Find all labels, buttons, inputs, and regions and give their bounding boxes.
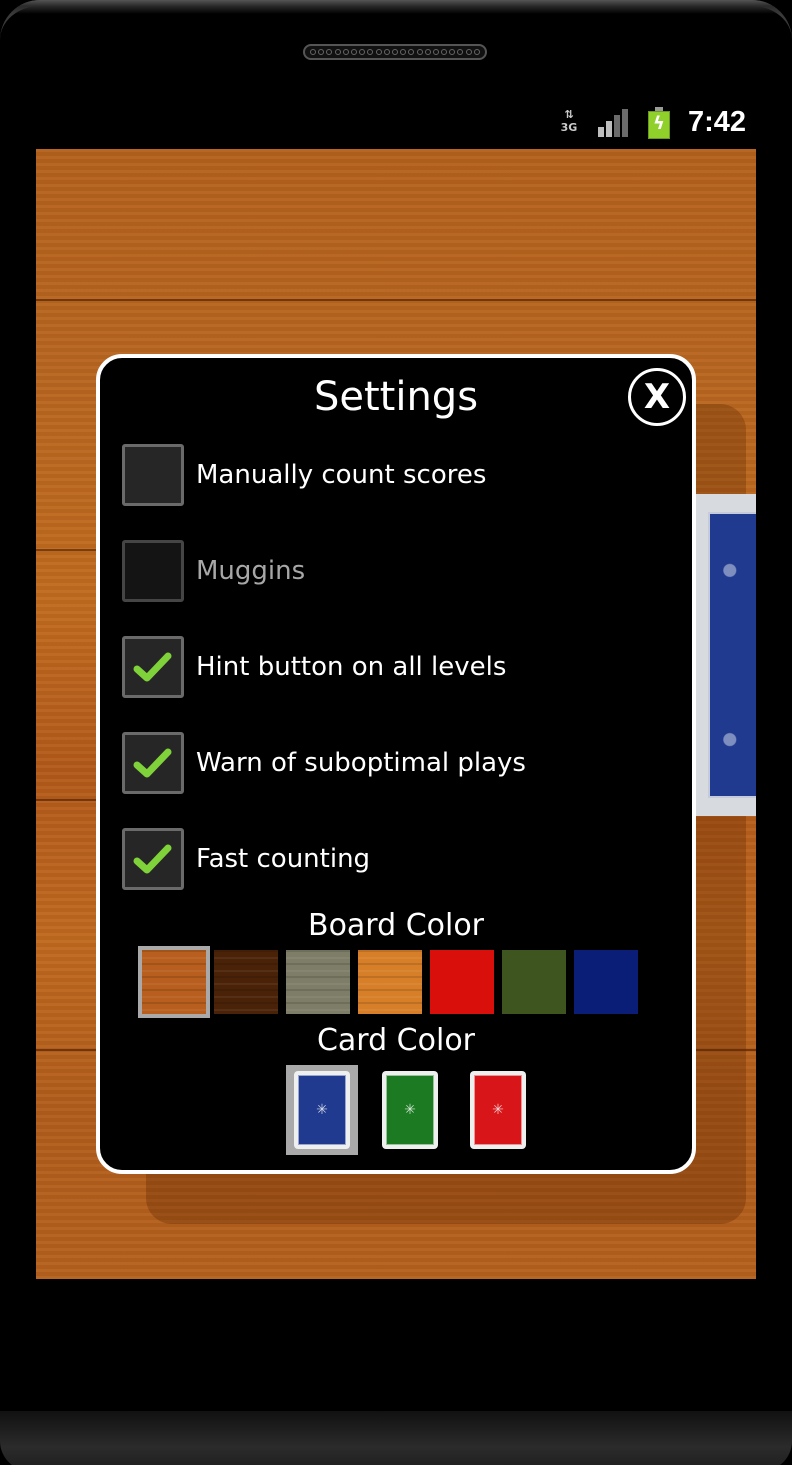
option-label: Warn of suboptimal plays	[196, 748, 526, 778]
phone-chin	[0, 1411, 792, 1465]
card-back-image: ✳	[294, 1071, 350, 1149]
board-color-swatch-orange-wood[interactable]	[358, 950, 422, 1014]
card-color-option-blue[interactable]: ✳	[286, 1065, 358, 1155]
checkbox[interactable]	[122, 636, 184, 698]
settings-dialog: Settings X Manually count scores Muggins H…	[96, 354, 696, 1174]
checkbox	[122, 540, 184, 602]
board-color-swatch-light-wood[interactable]	[138, 946, 210, 1018]
battery-charging-icon: ϟ	[647, 106, 670, 139]
close-button[interactable]: X	[628, 368, 686, 426]
setting-option[interactable]: Warn of suboptimal plays	[122, 732, 526, 794]
option-label: Hint button on all levels	[196, 652, 507, 682]
setting-option: Muggins	[122, 540, 305, 602]
board-color-swatch-gray-wood[interactable]	[286, 950, 350, 1014]
setting-option[interactable]: Fast counting	[122, 828, 370, 890]
card-back-image: ✳	[470, 1071, 526, 1149]
speaker-grille	[303, 44, 487, 60]
card-color-title: Card Color	[316, 1023, 476, 1058]
card-color-picker: ✳ ✳ ✳	[286, 1065, 534, 1155]
phone-frame: ⇅ 3G ϟ 7:42 Settings X Manually count sco…	[0, 0, 792, 1465]
checkbox[interactable]	[122, 828, 184, 890]
3g-data-icon: ⇅ 3G	[560, 107, 578, 134]
deck-card[interactable]	[696, 494, 756, 816]
dialog-title: Settings	[313, 374, 479, 420]
board-color-title: Board Color	[307, 908, 485, 943]
setting-option[interactable]: Manually count scores	[122, 444, 486, 506]
board-color-swatch-blue-felt[interactable]	[574, 950, 638, 1014]
board-color-swatch-green-felt[interactable]	[502, 950, 566, 1014]
board-color-picker	[138, 946, 638, 1018]
option-label: Manually count scores	[196, 460, 487, 490]
status-bar: ⇅ 3G ϟ 7:42	[36, 102, 756, 148]
checkbox[interactable]	[122, 732, 184, 794]
card-back-image: ✳	[382, 1071, 438, 1149]
board-color-swatch-dark-wood[interactable]	[214, 950, 278, 1014]
option-label: Fast counting	[196, 844, 371, 874]
close-icon: X	[643, 377, 671, 417]
clock: 7:42	[687, 106, 746, 138]
option-label: Muggins	[196, 556, 306, 586]
card-color-option-red[interactable]: ✳	[462, 1065, 534, 1155]
setting-option[interactable]: Hint button on all levels	[122, 636, 506, 698]
checkbox[interactable]	[122, 444, 184, 506]
signal-strength-icon	[597, 108, 630, 137]
board-color-swatch-red-felt[interactable]	[430, 950, 494, 1014]
card-color-option-green[interactable]: ✳	[374, 1065, 446, 1155]
